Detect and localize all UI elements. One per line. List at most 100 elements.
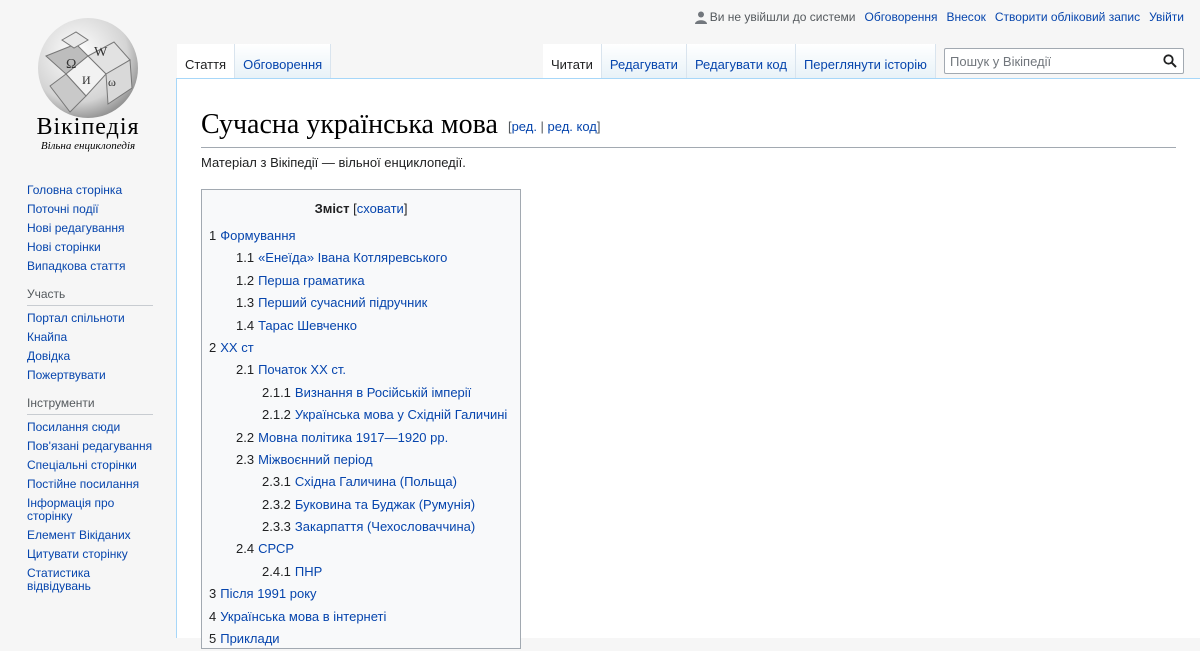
sidebar-item-what-links-here[interactable]: Посилання сюди <box>27 420 120 434</box>
sidebar-item-random-article[interactable]: Випадкова стаття <box>27 259 125 273</box>
search-input[interactable] <box>950 50 1150 72</box>
toc-item-number: 1 <box>209 228 217 243</box>
tab-read[interactable]: Читати <box>543 44 602 78</box>
personal-talk-link[interactable]: Обговорення <box>864 10 937 24</box>
sidebar-heading-participation: Участь <box>27 287 153 306</box>
section-edit-links: [ред. | ред. код] <box>508 119 601 134</box>
toc-item[interactable]: 1 Формування <box>202 226 520 248</box>
page-title-text: Сучасна українська мова <box>201 109 498 140</box>
tab-history[interactable]: Переглянути історію <box>795 44 936 78</box>
svg-text:И: И <box>82 73 91 87</box>
site-subtitle: Матеріал з Вікіпедії — вільної енциклопе… <box>201 155 466 170</box>
toc-item[interactable]: 2.3.2 Буковина та Буджак (Румунія) <box>202 495 520 517</box>
toc-item-link[interactable]: Тарас Шевченко <box>258 318 357 333</box>
sidebar-item-village-pump[interactable]: Кнайпа <box>27 330 67 344</box>
sidebar-item-page-info[interactable]: Інформація про сторінку <box>27 496 114 523</box>
toc-hide-link[interactable]: сховати <box>357 201 404 216</box>
svg-text:W: W <box>94 45 108 60</box>
sidebar-item-donate[interactable]: Пожертвувати <box>27 368 106 382</box>
toc-item[interactable]: 1.1 «Енеїда» Івана Котляревського <box>202 248 520 270</box>
edit-source-link[interactable]: ред. код <box>548 119 597 134</box>
tab-talk[interactable]: Обговорення <box>235 44 332 78</box>
anon-label: Ви не увійшли до системи <box>709 10 856 24</box>
toc-item-link[interactable]: «Енеїда» Івана Котляревського <box>258 250 447 265</box>
search-icon[interactable] <box>1163 54 1177 68</box>
sidebar-item-help[interactable]: Довідка <box>27 349 70 363</box>
sidebar-item-special-pages[interactable]: Спеціальні сторінки <box>27 458 137 472</box>
toc-item-link[interactable]: Східна Галичина (Польща) <box>295 474 457 489</box>
toc-item[interactable]: 4 Українська мова в інтернеті <box>202 607 520 629</box>
toc-item-link[interactable]: Буковина та Буджак (Румунія) <box>295 497 475 512</box>
sidebar-item-cite-page[interactable]: Цитувати сторінку <box>27 547 128 561</box>
toc-item-link[interactable]: Визнання в Російській імперії <box>295 385 471 400</box>
sidebar-item-new-pages[interactable]: Нові сторінки <box>27 240 101 254</box>
toc-title: Зміст [сховати] <box>202 201 520 216</box>
create-account-link[interactable]: Створити обліковий запис <box>995 10 1140 24</box>
toc-item-number: 2.2 <box>236 429 255 445</box>
toc-item-number: 1.3 <box>236 295 255 311</box>
toc-item-number: 4 <box>209 608 217 624</box>
sidebar-participation: Участь Портал спільноти Кнайпа Довідка П… <box>27 287 153 382</box>
sidebar: Головна сторінка Поточні події Нові реда… <box>27 184 153 607</box>
toc-item-link[interactable]: Мовна політика 1917—1920 рр. <box>258 430 448 445</box>
sidebar-item-wikidata-item[interactable]: Елемент Вікіданих <box>27 528 131 542</box>
sidebar-item-page-views[interactable]: Статистика відвідувань <box>27 566 91 593</box>
toc-item[interactable]: 2 XX ст <box>202 338 520 360</box>
toc-item[interactable]: 2.4 СРСР <box>202 539 520 561</box>
toc-item[interactable]: 3 Після 1991 року <box>202 584 520 606</box>
toc-heading: Зміст <box>314 201 350 216</box>
logo-tagline: Вільна енциклопедія <box>40 140 136 152</box>
toc-item-link[interactable]: Перший сучасний підручник <box>258 295 427 310</box>
toc-item-number: 1.4 <box>236 317 255 333</box>
sidebar-item-permanent-link[interactable]: Постійне посилання <box>27 477 139 491</box>
toc-item-link[interactable]: Після 1991 року <box>220 586 316 601</box>
sidebar-item-current-events[interactable]: Поточні події <box>27 202 99 216</box>
toc-item-link[interactable]: СРСР <box>258 541 294 556</box>
toc-item-number: 2.1.2 <box>262 407 291 423</box>
toc-item-link[interactable]: Закарпаття (Чехословаччина) <box>295 519 475 534</box>
toc-item[interactable]: 1.2 Перша граматика <box>202 271 520 293</box>
toc-item-number: 2.3 <box>236 451 255 467</box>
wikipedia-logo[interactable]: Ω W И ω Вікіпедія Вільна енциклопедія <box>0 0 176 160</box>
edit-bracket-close: ] <box>596 119 601 134</box>
sidebar-item-related-changes[interactable]: Пов'язані редагування <box>27 439 152 453</box>
toc-item-number: 5 <box>209 631 217 647</box>
toc-list: 1 Формування 1.1 «Енеїда» Івана Котляревськ… <box>202 226 520 651</box>
edit-link[interactable]: ред. <box>512 119 537 134</box>
toc-item-link[interactable]: Міжвоєнний період <box>258 452 372 467</box>
wikipedia-globe-icon: Ω W И ω <box>38 18 138 118</box>
toc-item[interactable]: 2.1.1 Визнання в Російській імперії <box>202 383 520 405</box>
toc-item-number: 2.1 <box>236 362 255 378</box>
sidebar-item-community-portal[interactable]: Портал спільноти <box>27 311 125 325</box>
toc-item-link[interactable]: Початок XX ст. <box>258 362 346 377</box>
toc-item[interactable]: 1.4 Тарас Шевченко <box>202 316 520 338</box>
login-link[interactable]: Увійти <box>1149 10 1184 24</box>
toc-item-number: 2 <box>209 339 217 355</box>
toc-item[interactable]: 1.3 Перший сучасний підручник <box>202 293 520 315</box>
edit-separator: | <box>536 119 548 134</box>
toc-item[interactable]: 2.1 Початок XX ст. <box>202 360 520 382</box>
toc-item-link[interactable]: ПНР <box>295 564 322 579</box>
toc-item[interactable]: 2.2 Мовна політика 1917—1920 рр. <box>202 428 520 450</box>
tab-edit[interactable]: Редагувати <box>601 44 687 78</box>
toc-item-number: 3 <box>209 586 217 602</box>
toc-item-link[interactable]: Перша граматика <box>258 273 365 288</box>
tab-article[interactable]: Стаття <box>177 44 236 78</box>
sidebar-item-main-page[interactable]: Головна сторінка <box>27 183 122 197</box>
toc-item-link[interactable]: Приклади <box>220 631 279 646</box>
toc-item[interactable]: 5 Приклади <box>202 629 520 651</box>
toc-item[interactable]: 2.3 Міжвоєнний період <box>202 450 520 472</box>
table-of-contents: Зміст [сховати] 1 Формування 1.1 «Енеїда» І… <box>201 189 521 649</box>
sidebar-tools: Інструменти Посилання сюди Пов'язані ред… <box>27 396 153 593</box>
tab-edit-source[interactable]: Редагувати код <box>686 44 796 78</box>
toc-item-link[interactable]: Українська мова у Східній Галичині <box>295 407 507 422</box>
toc-item-link[interactable]: XX ст <box>220 340 253 355</box>
toc-item-link[interactable]: Українська мова в інтернеті <box>220 609 386 624</box>
toc-item[interactable]: 2.1.2 Українська мова у Східній Галичині <box>202 405 520 427</box>
toc-item[interactable]: 2.3.1 Східна Галичина (Польща) <box>202 472 520 494</box>
sidebar-item-recent-changes[interactable]: Нові редагування <box>27 221 125 235</box>
toc-item[interactable]: 2.3.3 Закарпаття (Чехословаччина) <box>202 517 520 539</box>
toc-item[interactable]: 2.4.1 ПНР <box>202 562 520 584</box>
personal-contributions-link[interactable]: Внесок <box>947 10 986 24</box>
toc-item-link[interactable]: Формування <box>220 228 295 243</box>
